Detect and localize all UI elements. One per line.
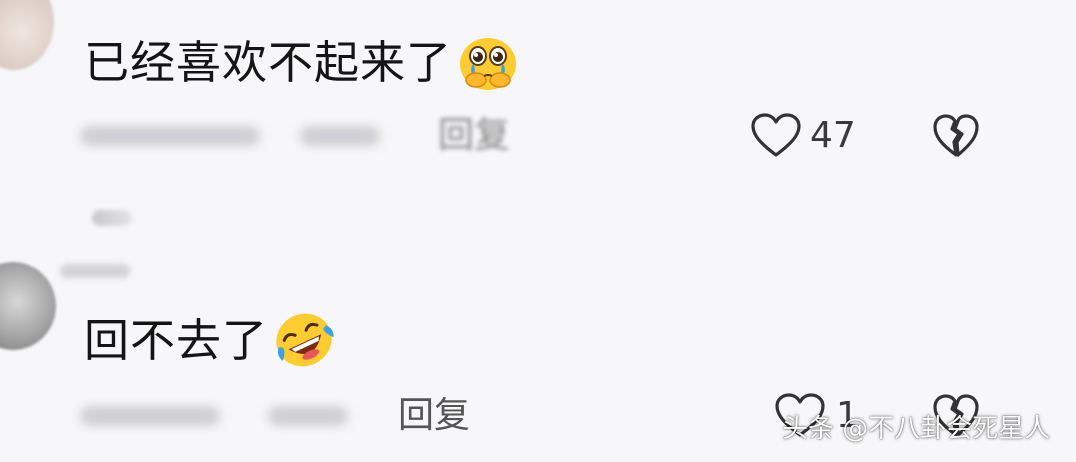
rolling-on-floor-laughing-emoji xyxy=(276,313,334,367)
comment-item: 已经喜欢不起来了 回复 47 xyxy=(0,0,1076,200)
username-blurred[interactable] xyxy=(60,264,130,278)
comment-content: 已经喜欢不起来了 xyxy=(84,32,520,92)
broken-heart-outline-icon[interactable] xyxy=(932,112,980,160)
watermark: 头条 @不八卦会死星人 xyxy=(782,414,1051,444)
comment-meta-blurred xyxy=(300,126,380,146)
pleading-face-emoji xyxy=(460,38,517,90)
expand-replies-hint[interactable] xyxy=(92,210,132,226)
like-count: 47 xyxy=(810,115,856,156)
avatar[interactable] xyxy=(0,262,56,350)
comment-meta: 回复 47 xyxy=(0,112,1076,162)
comment-text: 回不去了 xyxy=(84,313,269,367)
comment-meta-blurred xyxy=(80,406,220,426)
avatar[interactable] xyxy=(0,0,54,70)
comment-text: 已经喜欢不起来了 xyxy=(84,35,453,89)
comment-meta-blurred xyxy=(80,126,260,146)
reply-button[interactable]: 回复 xyxy=(438,118,510,154)
comment-content: 回不去了 xyxy=(84,310,336,370)
reply-button[interactable]: 回复 xyxy=(398,398,470,434)
comment-meta-blurred xyxy=(268,406,348,426)
heart-outline-icon[interactable] xyxy=(750,112,802,160)
